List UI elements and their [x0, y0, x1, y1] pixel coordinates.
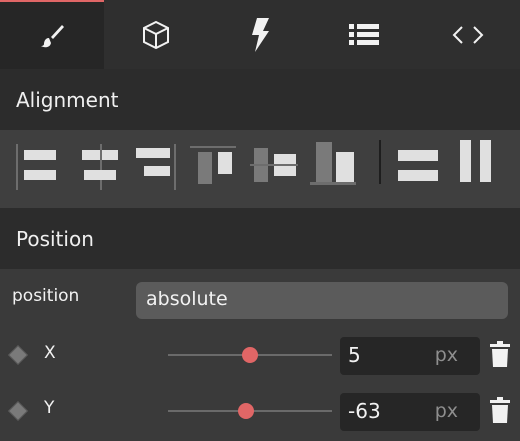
distribute-horizontal-button[interactable] [456, 140, 504, 196]
cube-icon [143, 20, 169, 49]
x-unit: px [434, 344, 458, 366]
distribute-vertical-icon [398, 150, 438, 181]
alignment-section-header[interactable]: Alignment [0, 69, 520, 130]
align-left-icon [16, 144, 56, 190]
y-unit: px [434, 400, 458, 422]
x-delete-icon[interactable] [490, 341, 510, 367]
position-section-header[interactable]: Position [0, 208, 520, 269]
alignment-title: Alignment [16, 87, 119, 112]
align-middle-vertical-icon [250, 148, 298, 182]
align-top-icon [190, 146, 236, 184]
y-delete-icon[interactable] [490, 397, 510, 423]
position-label: position [12, 286, 80, 306]
toolbar-divider [378, 140, 382, 196]
x-label: X [44, 343, 56, 363]
tab-code[interactable] [416, 0, 520, 69]
position-title: Position [16, 226, 94, 251]
y-value: -63 [348, 399, 381, 423]
y-slider-thumb[interactable] [238, 403, 254, 419]
align-top-button[interactable] [190, 140, 238, 196]
align-left-button[interactable] [14, 140, 62, 196]
x-slider-thumb[interactable] [242, 347, 258, 363]
lightning-icon [252, 17, 269, 52]
position-select-value: absolute [146, 288, 228, 310]
list-icon [349, 23, 379, 45]
x-value: 5 [348, 343, 361, 367]
y-keyframe-icon[interactable] [8, 401, 28, 421]
align-middle-vertical-button[interactable] [250, 140, 298, 196]
brush-icon [41, 24, 64, 47]
y-label: Y [44, 398, 55, 418]
align-right-icon [136, 144, 176, 190]
tab-style[interactable] [0, 0, 104, 69]
x-keyframe-icon[interactable] [8, 345, 28, 365]
distribute-horizontal-icon [460, 140, 491, 182]
tab-layers[interactable] [312, 0, 416, 69]
align-right-button[interactable] [132, 140, 180, 196]
x-input[interactable]: 5 px [340, 337, 480, 375]
alignment-toolbar [0, 130, 520, 208]
align-center-horizontal-icon [82, 144, 118, 190]
code-icon [452, 25, 484, 44]
align-center-horizontal-button[interactable] [76, 140, 124, 196]
y-input[interactable]: -63 px [340, 393, 480, 431]
position-select[interactable]: absolute [136, 282, 508, 319]
distribute-vertical-button[interactable] [396, 140, 444, 196]
align-bottom-icon [310, 142, 356, 185]
panel-tabs [0, 0, 520, 69]
align-bottom-button[interactable] [308, 140, 356, 196]
tab-3d[interactable] [104, 0, 208, 69]
tab-interactions[interactable] [208, 0, 312, 69]
